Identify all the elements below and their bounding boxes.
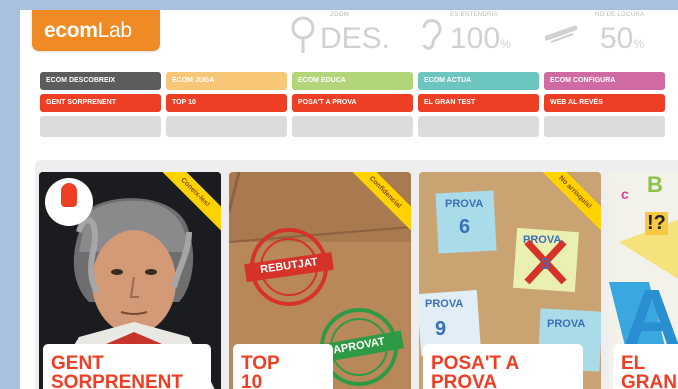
menu-empty-slot: [166, 116, 287, 137]
menu-top-10[interactable]: TOP 10: [166, 94, 287, 112]
locura-stat[interactable]: NO DE LOCURA 50%: [545, 10, 670, 60]
card-posat-a-prova[interactable]: PROVA 6 PROVA 3 PROVA 9 PROVA No arrisqu…: [419, 172, 601, 389]
menu-empty-slot: [544, 116, 665, 137]
note-text: PROVA: [523, 234, 562, 246]
card-gent-sorprenent[interactable]: Coneix-les! GENT SORPRENENT: [39, 172, 221, 389]
understanding-stat[interactable]: ES ENTENDRIA 100%: [420, 10, 530, 60]
understanding-unit: %: [500, 37, 511, 51]
zoom-value: DES.: [320, 22, 390, 56]
ear-icon: [422, 19, 442, 50]
menu-empty-slot: [292, 116, 413, 137]
locura-value: 50%: [600, 22, 644, 56]
zoom-stat[interactable]: ZOOM DES.: [290, 10, 400, 60]
featured-cards: Coneix-les! GENT SORPRENENT REBUTJAT APR…: [35, 160, 678, 389]
menu-row-items: GENT SORPRENENT TOP 10 POSA'T A PROVA EL…: [40, 94, 665, 112]
locura-caption: NO DE LOCURA: [595, 12, 645, 18]
letter-c: c: [621, 186, 629, 202]
card-top-10[interactable]: REBUTJAT APROVAT Confidencial TOP 10: [229, 172, 411, 389]
menu-row-sections: ECOM DESCOBREIX ECOM JUGA ECOM EDUCA ECO…: [40, 72, 665, 90]
cigar-icon: [545, 25, 578, 43]
menu-ecom-actua[interactable]: ECOM ACTUA: [418, 72, 539, 90]
menu-web-al-reves[interactable]: WEB AL REVÉS: [544, 94, 665, 112]
menu-ecom-configura[interactable]: ECOM CONFIGURA: [544, 72, 665, 90]
note-number: 9: [435, 318, 447, 340]
card-title: POSA'T A PROVA: [423, 344, 583, 389]
alert-icon: [61, 183, 77, 207]
note-text: PROVA: [547, 318, 586, 330]
understanding-value-text: 100: [450, 22, 501, 55]
letter-question: !?: [645, 212, 668, 235]
card-title: TOP 10: [233, 344, 333, 389]
note-number: 6: [459, 216, 471, 238]
menu-empty-slot: [418, 116, 539, 137]
menu-posat-a-prova[interactable]: POSA'T A PROVA: [292, 94, 413, 112]
understanding-caption: ES ENTENDRIA: [450, 12, 498, 18]
menu-gent-sorprenent[interactable]: GENT SORPRENENT: [40, 94, 161, 112]
card-title: EL GRAN TEST: [613, 344, 678, 389]
menu-el-gran-test[interactable]: EL GRAN TEST: [418, 94, 539, 112]
menu-empty-slot: [40, 116, 161, 137]
note-text: PROVA: [445, 198, 484, 210]
card-title: GENT SORPRENENT: [43, 344, 211, 389]
menu-ecom-descobreix[interactable]: ECOM DESCOBREIX: [40, 72, 161, 90]
note-text: PROVA: [425, 298, 464, 310]
menu-ecom-educa[interactable]: ECOM EDUCA: [292, 72, 413, 90]
note-number: 3: [541, 256, 550, 273]
zoom-value-text: DES.: [320, 22, 391, 55]
pin-icon: [291, 16, 315, 53]
menu-ecom-juga[interactable]: ECOM JUGA: [166, 72, 287, 90]
letter-b: B: [647, 172, 663, 197]
ecomlab-logo[interactable]: ecomLab: [32, 10, 160, 51]
card-el-gran-test[interactable]: c B !? A EL GRAN TEST: [609, 172, 678, 389]
main-menu: ECOM DESCOBREIX ECOM JUGA ECOM EDUCA ECO…: [40, 72, 665, 141]
logo-bold: ecom: [44, 19, 98, 42]
page: ecomLab ZOOM DES. ES ENTENDRIA 100% NO D…: [20, 10, 678, 389]
understanding-value: 100%: [450, 22, 511, 56]
logo-normal: Lab: [97, 19, 132, 42]
zoom-caption: ZOOM: [330, 12, 350, 18]
menu-row-empty: [40, 116, 665, 137]
locura-value-text: 50: [600, 22, 634, 55]
locura-unit: %: [633, 37, 645, 51]
